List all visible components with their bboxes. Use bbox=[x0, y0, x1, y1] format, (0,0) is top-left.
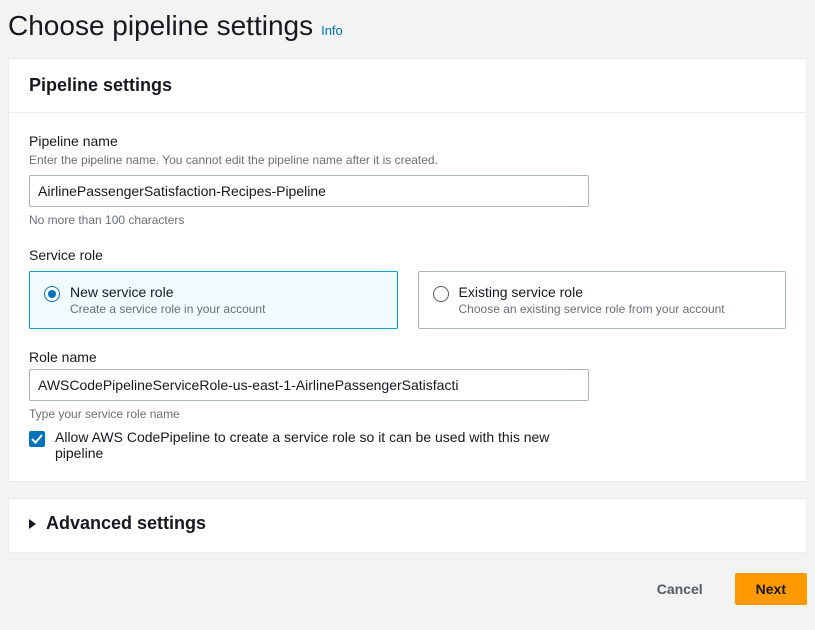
pipeline-name-input[interactable] bbox=[29, 175, 589, 207]
next-button[interactable]: Next bbox=[735, 573, 807, 605]
radio-title: Existing service role bbox=[459, 284, 725, 300]
allow-create-role-checkbox[interactable] bbox=[29, 431, 45, 447]
allow-create-role-row: Allow AWS CodePipeline to create a servi… bbox=[29, 429, 786, 461]
radio-new-service-role[interactable]: New service role Create a service role i… bbox=[29, 271, 398, 329]
check-icon bbox=[31, 433, 43, 445]
radio-icon bbox=[433, 286, 449, 302]
panel-title: Pipeline settings bbox=[29, 75, 786, 96]
radio-title: New service role bbox=[70, 284, 265, 300]
radio-subtitle: Create a service role in your account bbox=[70, 302, 265, 316]
cancel-button[interactable]: Cancel bbox=[637, 573, 723, 605]
advanced-settings-title: Advanced settings bbox=[46, 513, 206, 534]
service-role-label: Service role bbox=[29, 247, 786, 263]
allow-create-role-label: Allow AWS CodePipeline to create a servi… bbox=[55, 429, 575, 461]
pipeline-name-label: Pipeline name bbox=[29, 133, 786, 149]
pipeline-name-group: Pipeline name Enter the pipeline name. Y… bbox=[29, 133, 786, 227]
pipeline-settings-panel: Pipeline settings Pipeline name Enter th… bbox=[8, 58, 807, 482]
radio-existing-service-role[interactable]: Existing service role Choose an existing… bbox=[418, 271, 787, 329]
service-role-group: Service role New service role Create a s… bbox=[29, 247, 786, 329]
role-name-group: Role name Type your service role name bbox=[29, 349, 786, 421]
caret-right-icon bbox=[29, 519, 36, 529]
advanced-settings-toggle[interactable]: Advanced settings bbox=[8, 498, 807, 553]
info-link[interactable]: Info bbox=[321, 23, 343, 38]
page-title: Choose pipeline settings bbox=[8, 10, 313, 42]
role-name-input[interactable] bbox=[29, 369, 589, 401]
role-name-hint: Type your service role name bbox=[29, 407, 786, 421]
pipeline-name-constraint: No more than 100 characters bbox=[29, 213, 786, 227]
pipeline-name-hint: Enter the pipeline name. You cannot edit… bbox=[29, 153, 786, 167]
radio-icon bbox=[44, 286, 60, 302]
role-name-label: Role name bbox=[29, 349, 786, 365]
radio-subtitle: Choose an existing service role from you… bbox=[459, 302, 725, 316]
